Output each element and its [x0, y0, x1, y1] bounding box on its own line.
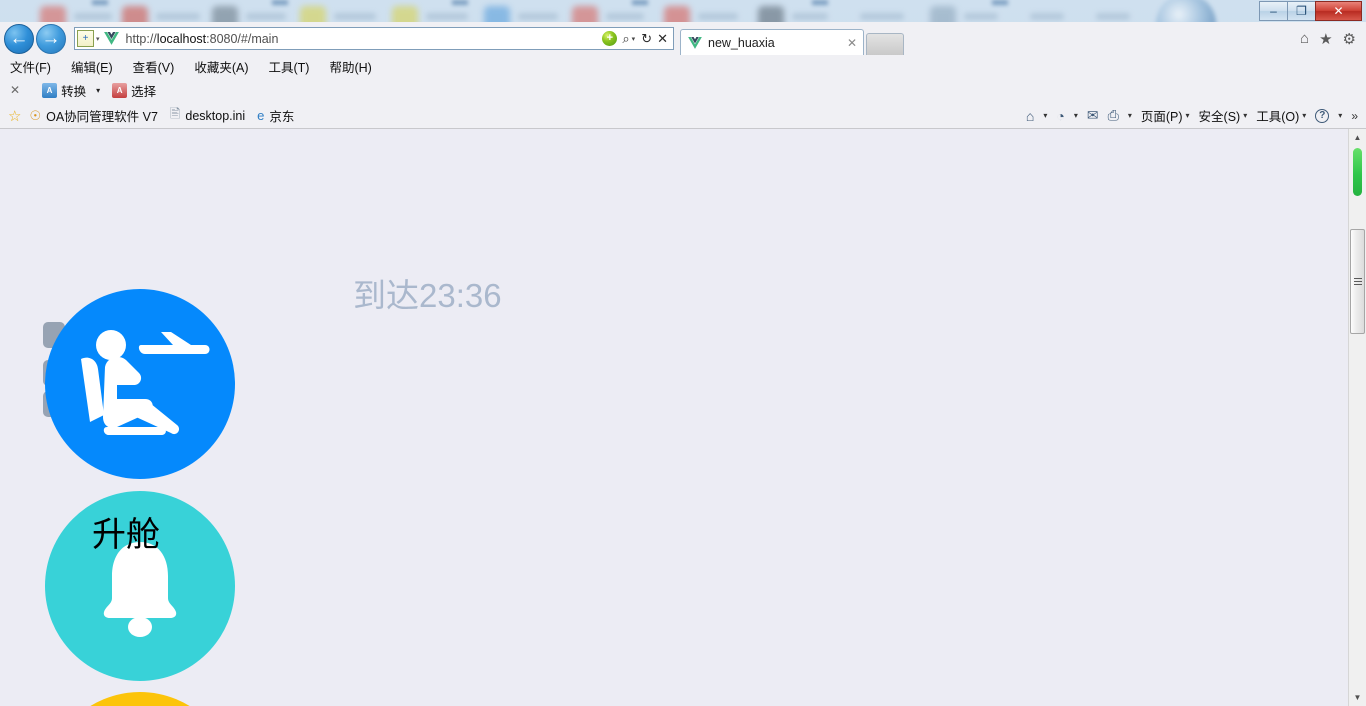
- seat-selection-button[interactable]: [45, 289, 235, 479]
- vue-favicon-icon: [687, 36, 703, 49]
- page-dropdown-icon: ▾: [1185, 111, 1190, 120]
- tools-menu[interactable]: 工具(O) ▾: [1256, 106, 1306, 125]
- menu-item-help[interactable]: 帮助(H): [329, 57, 371, 76]
- overflow-chevrons-icon[interactable]: »: [1351, 109, 1358, 123]
- home-icon[interactable]: ⌂: [1026, 108, 1034, 124]
- add-favorite-star-icon[interactable]: ☆: [8, 107, 21, 125]
- page-menu[interactable]: 页面(P) ▾: [1141, 106, 1190, 125]
- cabin-upgrade-label: 升舱: [92, 515, 160, 555]
- tab-label: new_huaxia: [708, 35, 775, 50]
- gear-icon[interactable]: ⚙: [1343, 30, 1356, 48]
- favorite-desktop-ini[interactable]: 🖹 desktop.ini: [170, 105, 245, 127]
- shield-dropdown-icon[interactable]: ▾: [96, 35, 100, 43]
- convert-button[interactable]: A 转换: [42, 81, 86, 100]
- vue-favicon-icon: [104, 32, 120, 45]
- home-icon[interactable]: ⌂: [1300, 30, 1309, 47]
- translate-icon[interactable]: +: [602, 31, 618, 46]
- close-addon-bar-icon[interactable]: ✕: [10, 83, 20, 97]
- arrival-time-label: 到达23:36: [353, 277, 502, 314]
- close-button[interactable]: ✕: [1315, 1, 1362, 21]
- print-icon[interactable]: ⎙: [1108, 107, 1119, 124]
- url-text[interactable]: http://localhost:8080/#/main: [120, 32, 603, 46]
- scrollbar-grip-icon: [1353, 278, 1362, 285]
- convert-dropdown-icon[interactable]: ▾: [96, 86, 100, 95]
- help-glyph: ?: [1319, 110, 1326, 121]
- tools-dropdown-icon: ▾: [1302, 111, 1307, 120]
- page-menu-label: 页面(P): [1140, 110, 1183, 124]
- security-shield-icon[interactable]: +: [77, 30, 94, 47]
- url-path: :8080/#/main: [206, 31, 279, 46]
- mail-icon[interactable]: ✉: [1087, 107, 1099, 124]
- search-dropdown-icon[interactable]: ▾: [632, 35, 636, 43]
- pdf-select-icon: A: [112, 82, 128, 98]
- vertical-scrollbar[interactable]: ▲ ▼: [1348, 129, 1366, 706]
- forward-arrow-icon: →: [41, 27, 61, 49]
- scroll-down-icon: ▼: [1353, 693, 1362, 702]
- convert-label: 转换: [61, 84, 87, 99]
- menu-bar: 文件(F) 编辑(E) 查看(V) 收藏夹(A) 工具(T) 帮助(H): [0, 55, 1366, 77]
- menu-item-edit[interactable]: 编辑(E): [71, 57, 113, 76]
- safety-dropdown-icon: ▾: [1243, 111, 1248, 120]
- minimize-icon: –: [1270, 4, 1277, 18]
- favorite-jingdong[interactable]: e 京东: [257, 106, 294, 125]
- tab-new-huaxia[interactable]: new_huaxia ✕: [680, 29, 864, 55]
- restore-icon: ❐: [1296, 4, 1307, 18]
- favorite-label: desktop.ini: [185, 108, 246, 123]
- tab-strip: new_huaxia ✕: [680, 22, 904, 55]
- feed-dropdown-icon[interactable]: ▾: [1074, 111, 1078, 120]
- navbar-right-icons: ⌂ ★ ⚙: [1300, 30, 1366, 48]
- help-dropdown-icon[interactable]: ▾: [1338, 111, 1342, 120]
- safety-menu-label: 安全(S): [1198, 110, 1241, 124]
- page-viewport: 到达23:36 升舱 ▲ ▼: [0, 129, 1366, 706]
- favorite-label: 京东: [269, 110, 295, 124]
- url-host: localhost: [156, 31, 207, 46]
- restore-button[interactable]: ❐: [1287, 1, 1316, 21]
- address-bar[interactable]: + ▾ http://localhost:8080/#/main + ⌕ ▾ ↻…: [74, 27, 674, 50]
- browser-window: ← → + ▾ http://localhost:8080/#/main + ⌕…: [0, 22, 1366, 706]
- minimize-button[interactable]: –: [1259, 1, 1288, 21]
- menu-item-tools[interactable]: 工具(T): [268, 57, 309, 76]
- scroll-up-icon: ▲: [1353, 133, 1362, 142]
- search-icon[interactable]: ⌕: [622, 31, 629, 47]
- tools-menu-label: 工具(O): [1256, 110, 1300, 124]
- menu-item-favorites[interactable]: 收藏夹(A): [194, 57, 248, 76]
- select-button[interactable]: A 选择: [112, 81, 156, 100]
- favorites-bar: ☆ ☉ OA协同管理软件 V7 🖹 desktop.ini e 京东 ⌂ ▾ ◔…: [0, 103, 1366, 129]
- ie-command-tools: ⌂ ▾ ◔ ▾ ✉ ⎙ ▾ 页面(P) ▾ 安全(S) ▾ 工具(O) ▾ ? …: [1026, 106, 1366, 125]
- pdf-convert-icon: A: [42, 82, 58, 98]
- url-scheme: http://: [125, 31, 157, 46]
- tab-close-icon[interactable]: ✕: [847, 36, 857, 50]
- scroll-down-button[interactable]: ▼: [1349, 689, 1366, 706]
- scroll-up-button[interactable]: ▲: [1349, 129, 1366, 146]
- favorite-label: OA协同管理软件 V7: [46, 110, 158, 124]
- seat-airplane-icon: [81, 329, 210, 435]
- home-dropdown-icon[interactable]: ▾: [1043, 111, 1047, 120]
- forward-button[interactable]: →: [36, 23, 66, 54]
- help-icon[interactable]: ?: [1315, 108, 1330, 123]
- shield-plus-glyph: +: [82, 33, 89, 44]
- scrollbar-thumb[interactable]: [1350, 229, 1365, 334]
- oa-icon: ☉: [29, 107, 42, 123]
- window-controls[interactable]: – ❐ ✕: [1259, 1, 1362, 21]
- menu-item-file[interactable]: 文件(F): [10, 57, 51, 76]
- favorite-oa-software[interactable]: ☉ OA协同管理软件 V7: [29, 106, 157, 125]
- close-icon: ✕: [1333, 4, 1344, 18]
- scroll-progress-indicator: [1353, 148, 1362, 196]
- new-tab-button[interactable]: [866, 33, 904, 55]
- web-page-content: 到达23:36 升舱: [0, 129, 1348, 706]
- feed-icon[interactable]: ◔: [1056, 108, 1064, 124]
- safety-menu[interactable]: 安全(S) ▾: [1199, 106, 1248, 125]
- menu-item-view[interactable]: 查看(V): [133, 57, 175, 76]
- addon-command-bar: ✕ A 转换 ▾ A 选择: [0, 77, 1366, 103]
- back-button[interactable]: ←: [4, 23, 34, 54]
- back-arrow-icon: ←: [9, 27, 29, 49]
- ini-file-icon: 🖹: [169, 105, 181, 121]
- favorites-star-icon[interactable]: ★: [1319, 30, 1332, 48]
- select-label: 选择: [131, 84, 157, 99]
- stop-icon[interactable]: ✕: [657, 31, 668, 47]
- print-dropdown-icon[interactable]: ▾: [1128, 111, 1132, 120]
- navigation-bar: ← → + ▾ http://localhost:8080/#/main + ⌕…: [0, 22, 1366, 55]
- ie-icon: e: [257, 108, 265, 123]
- refresh-icon[interactable]: ↻: [641, 31, 652, 47]
